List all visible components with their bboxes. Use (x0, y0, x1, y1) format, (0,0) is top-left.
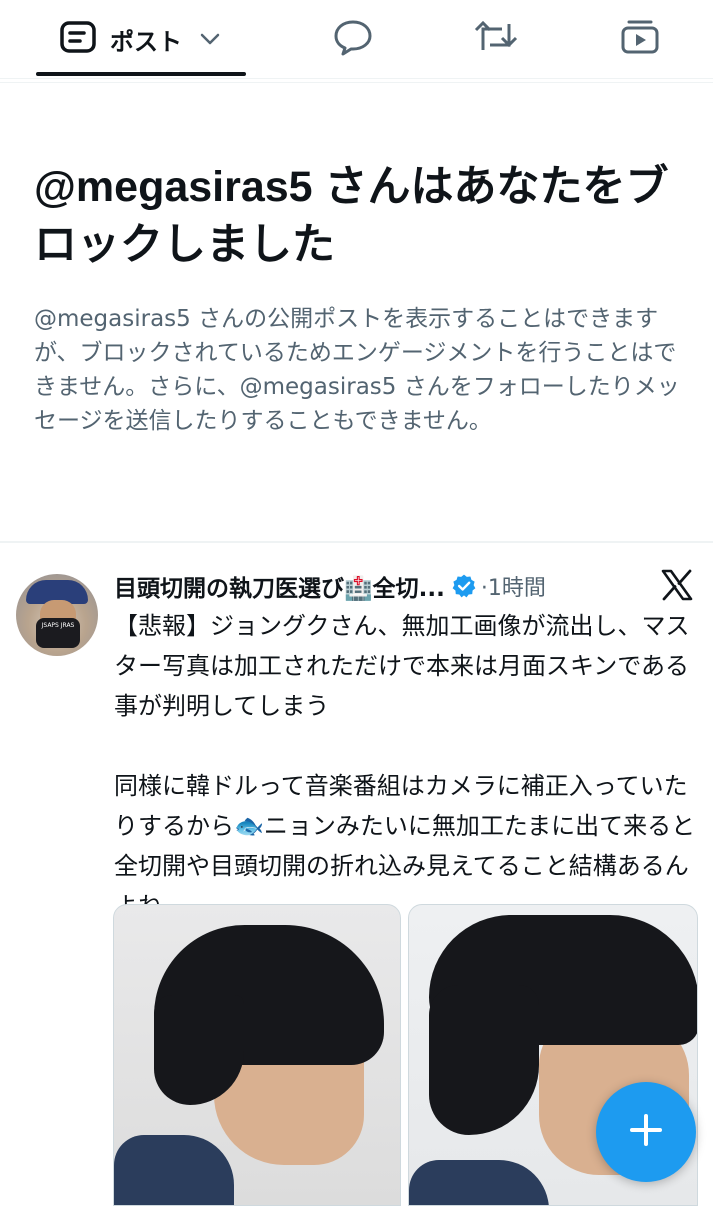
tweet-header: 目頭切開の執刀医選び🏥全切... ·1時間 (114, 568, 546, 604)
avatar-mask-label: JSAPS JRAS (36, 618, 80, 648)
media-icon (620, 19, 660, 59)
image-1-shirt-shape (114, 1135, 234, 1205)
tab-posts[interactable]: ポスト (36, 0, 246, 78)
compose-button[interactable] (596, 1082, 696, 1182)
repost-icon (474, 20, 518, 58)
image-2-hair-back-shape (429, 985, 539, 1135)
tab-media[interactable] (602, 0, 678, 78)
image-2-shirt-shape (409, 1160, 549, 1205)
verified-badge-icon (451, 573, 477, 599)
reply-icon (333, 18, 373, 60)
posts-icon (60, 21, 96, 57)
tweet-image-1[interactable] (113, 904, 401, 1206)
profile-tab-bar: ポスト (0, 0, 713, 79)
chevron-down-icon[interactable] (200, 30, 220, 49)
tab-replies[interactable] (315, 0, 391, 78)
x-logo-icon (660, 568, 694, 602)
avatar[interactable]: JSAPS JRAS (16, 574, 98, 656)
plus-icon (628, 1112, 664, 1152)
tweet-timestamp[interactable]: ·1時間 (481, 570, 546, 602)
tab-reposts[interactable] (458, 0, 534, 78)
active-tab-indicator (36, 72, 246, 76)
tweet-author-name[interactable]: 目頭切開の執刀医選び🏥全切... (114, 569, 445, 603)
tab-posts-label: ポスト (110, 27, 182, 56)
tweet-text: 【悲報】ジョングクさん、無加工画像が流出し、マスター写真は加工されただけで本来は… (114, 612, 696, 920)
section-divider (0, 541, 713, 543)
blocked-description: @megasiras5 さんの公開ポストを表示することはできますが、ブロックされ… (34, 306, 680, 434)
blocked-title: @megasiras5 さんはあなたをブロックしました (34, 163, 669, 269)
header-divider (0, 82, 713, 83)
